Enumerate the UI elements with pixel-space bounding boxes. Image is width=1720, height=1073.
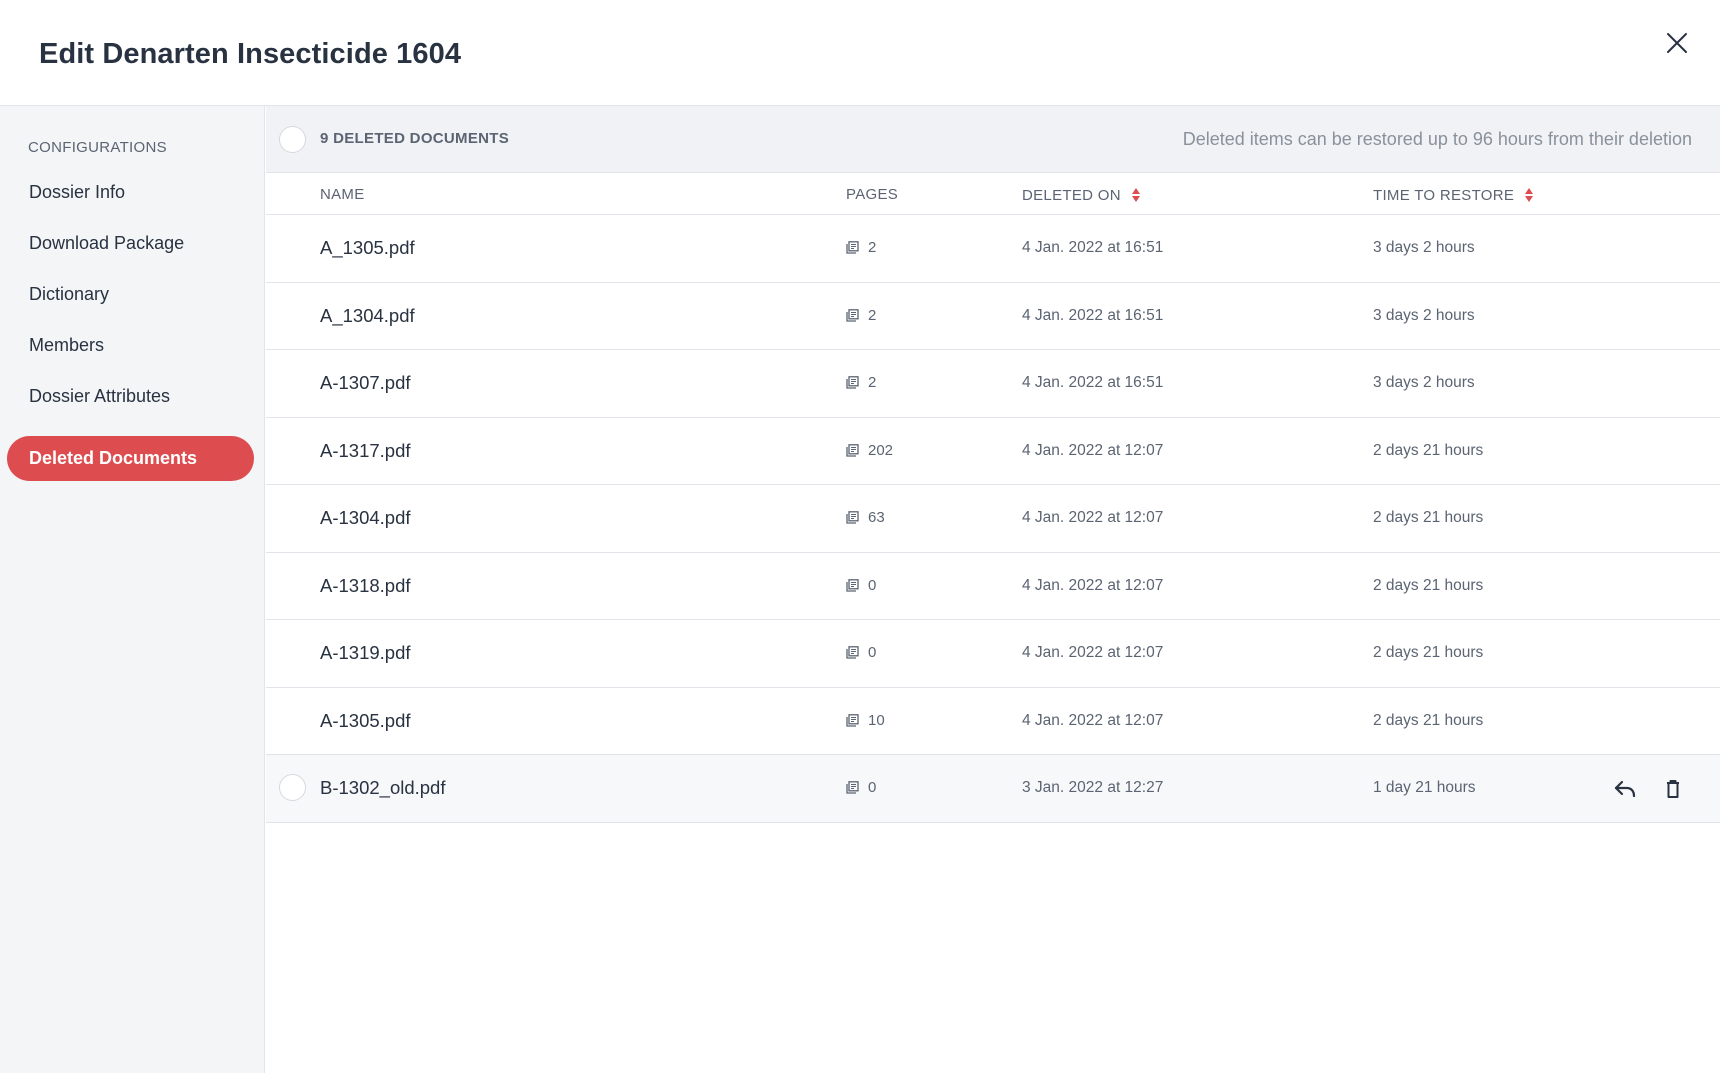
delete-permanently-button[interactable] xyxy=(1658,774,1688,804)
document-time-to-restore: 2 days 21 hours xyxy=(1373,644,1484,661)
restore-info-text: Deleted items can be restored up to 96 h… xyxy=(1182,129,1692,149)
table-header: NAME PAGES DELETED ON TIME TO RESTORE xyxy=(266,173,1720,215)
document-time-to-restore: 1 day 21 hours xyxy=(1373,779,1476,796)
document-deleted-on: 4 Jan. 2022 at 12:07 xyxy=(1022,509,1164,526)
table-row[interactable]: A-1305.pdf 10 4 Jan. 2022 at 12:07 2 day… xyxy=(266,688,1720,755)
pages-icon xyxy=(846,241,859,254)
pages-icon xyxy=(846,376,859,389)
pages-icon xyxy=(846,646,859,659)
sidebar-item-download-package[interactable]: Download Package xyxy=(7,221,254,266)
column-header-deleted-on[interactable]: DELETED ON xyxy=(1022,186,1141,204)
sidebar: CONFIGURATIONS Dossier Info Download Pac… xyxy=(0,106,265,1073)
document-time-to-restore: 2 days 21 hours xyxy=(1373,509,1484,526)
table-row[interactable]: A_1304.pdf 2 4 Jan. 2022 at 16:51 3 days… xyxy=(266,283,1720,350)
column-header-name[interactable]: NAME xyxy=(320,186,365,203)
sidebar-item-label: Deleted Documents xyxy=(29,448,198,468)
pages-icon xyxy=(846,308,859,322)
pages-icon xyxy=(846,443,859,457)
main-content: 9 DELETED DOCUMENTS Deleted items can be… xyxy=(266,106,1720,1073)
close-icon xyxy=(1667,33,1687,53)
dialog-title: Edit Denarten Insecticide 1604 xyxy=(39,38,462,70)
document-name: A-1319.pdf xyxy=(320,642,411,663)
document-name: A_1305.pdf xyxy=(320,237,415,258)
document-time-to-restore: 2 days 21 hours xyxy=(1373,441,1484,459)
table-row[interactable]: A-1307.pdf 2 4 Jan. 2022 at 16:51 3 days… xyxy=(266,350,1720,418)
document-time-to-restore: 3 days 2 hours xyxy=(1373,374,1475,391)
document-deleted-on: 3 Jan. 2022 at 12:27 xyxy=(1022,779,1164,796)
document-deleted-on: 4 Jan. 2022 at 16:51 xyxy=(1022,374,1164,391)
sidebar-heading: CONFIGURATIONS xyxy=(28,139,167,156)
document-deleted-on: 4 Jan. 2022 at 12:07 xyxy=(1022,576,1164,594)
document-pages: 2 xyxy=(846,374,876,391)
document-pages: 10 xyxy=(846,712,885,729)
document-deleted-on: 4 Jan. 2022 at 12:07 xyxy=(1022,644,1164,661)
document-name: A-1318.pdf xyxy=(320,574,411,596)
pages-icon xyxy=(846,578,859,592)
document-time-to-restore: 2 days 21 hours xyxy=(1373,711,1484,729)
sidebar-item-dossier-info[interactable]: Dossier Info xyxy=(7,170,254,215)
pages-icon xyxy=(846,713,859,727)
pages-icon xyxy=(846,781,859,794)
sidebar-item-dossier-attributes[interactable]: Dossier Attributes xyxy=(7,374,254,419)
sidebar-item-label: Dictionary xyxy=(29,284,110,304)
document-name: A-1317.pdf xyxy=(320,439,411,461)
document-pages: 2 xyxy=(846,239,876,256)
sidebar-item-members[interactable]: Members xyxy=(7,323,254,368)
document-deleted-on: 4 Jan. 2022 at 16:51 xyxy=(1022,306,1164,324)
deleted-count: 9 DELETED DOCUMENTS xyxy=(320,130,510,147)
document-pages: 0 xyxy=(846,779,876,796)
sidebar-item-deleted-documents[interactable]: Deleted Documents xyxy=(7,436,254,481)
document-name: A-1307.pdf xyxy=(320,372,411,393)
select-all-checkbox[interactable] xyxy=(279,126,306,153)
row-checkbox[interactable] xyxy=(279,774,306,801)
document-time-to-restore: 3 days 2 hours xyxy=(1373,239,1475,256)
pages-icon xyxy=(846,511,859,524)
sidebar-item-label: Dossier Info xyxy=(29,182,126,202)
table-row[interactable]: A-1317.pdf 202 4 Jan. 2022 at 12:07 2 da… xyxy=(266,418,1720,485)
restore-icon xyxy=(1614,780,1636,798)
document-pages: 0 xyxy=(846,577,876,594)
document-pages: 63 xyxy=(846,509,885,526)
document-name: A-1304.pdf xyxy=(320,507,411,528)
document-pages: 202 xyxy=(846,442,893,459)
document-time-to-restore: 3 days 2 hours xyxy=(1373,306,1475,324)
restore-button[interactable] xyxy=(1610,774,1640,804)
table-row[interactable]: A-1304.pdf 63 4 Jan. 2022 at 12:07 2 day… xyxy=(266,485,1720,553)
table-row[interactable]: A_1305.pdf 2 4 Jan. 2022 at 16:51 3 days… xyxy=(266,215,1720,283)
trash-icon xyxy=(1667,780,1679,798)
document-pages: 0 xyxy=(846,644,876,661)
sidebar-item-label: Members xyxy=(29,335,105,355)
table-row[interactable]: A-1319.pdf 0 4 Jan. 2022 at 12:07 2 days… xyxy=(266,620,1720,688)
sidebar-item-label: Download Package xyxy=(29,233,185,253)
column-header-pages[interactable]: PAGES xyxy=(846,186,898,203)
document-pages: 2 xyxy=(846,307,876,324)
sort-icon[interactable] xyxy=(1131,186,1141,204)
table-row[interactable]: A-1318.pdf 0 4 Jan. 2022 at 12:07 2 days… xyxy=(266,553,1720,620)
document-name: B-1302_old.pdf xyxy=(320,777,446,798)
document-time-to-restore: 2 days 21 hours xyxy=(1373,576,1484,594)
document-deleted-on: 4 Jan. 2022 at 16:51 xyxy=(1022,239,1164,256)
dialog-header: Edit Denarten Insecticide 1604 xyxy=(0,0,1720,106)
sidebar-item-label: Dossier Attributes xyxy=(29,386,171,406)
close-button[interactable] xyxy=(1662,28,1692,58)
bulk-actions-bar: 9 DELETED DOCUMENTS Deleted items can be… xyxy=(266,106,1720,173)
document-name: A_1304.pdf xyxy=(320,304,415,326)
table-row[interactable]: B-1302_old.pdf 0 3 Jan. 2022 at 12:27 1 … xyxy=(266,755,1720,823)
document-name: A-1305.pdf xyxy=(320,709,411,731)
document-deleted-on: 4 Jan. 2022 at 12:07 xyxy=(1022,711,1164,729)
sidebar-item-dictionary[interactable]: Dictionary xyxy=(7,272,254,317)
column-header-time-to-restore[interactable]: TIME TO RESTORE xyxy=(1373,186,1534,204)
document-deleted-on: 4 Jan. 2022 at 12:07 xyxy=(1022,441,1164,459)
sort-icon[interactable] xyxy=(1524,186,1534,204)
